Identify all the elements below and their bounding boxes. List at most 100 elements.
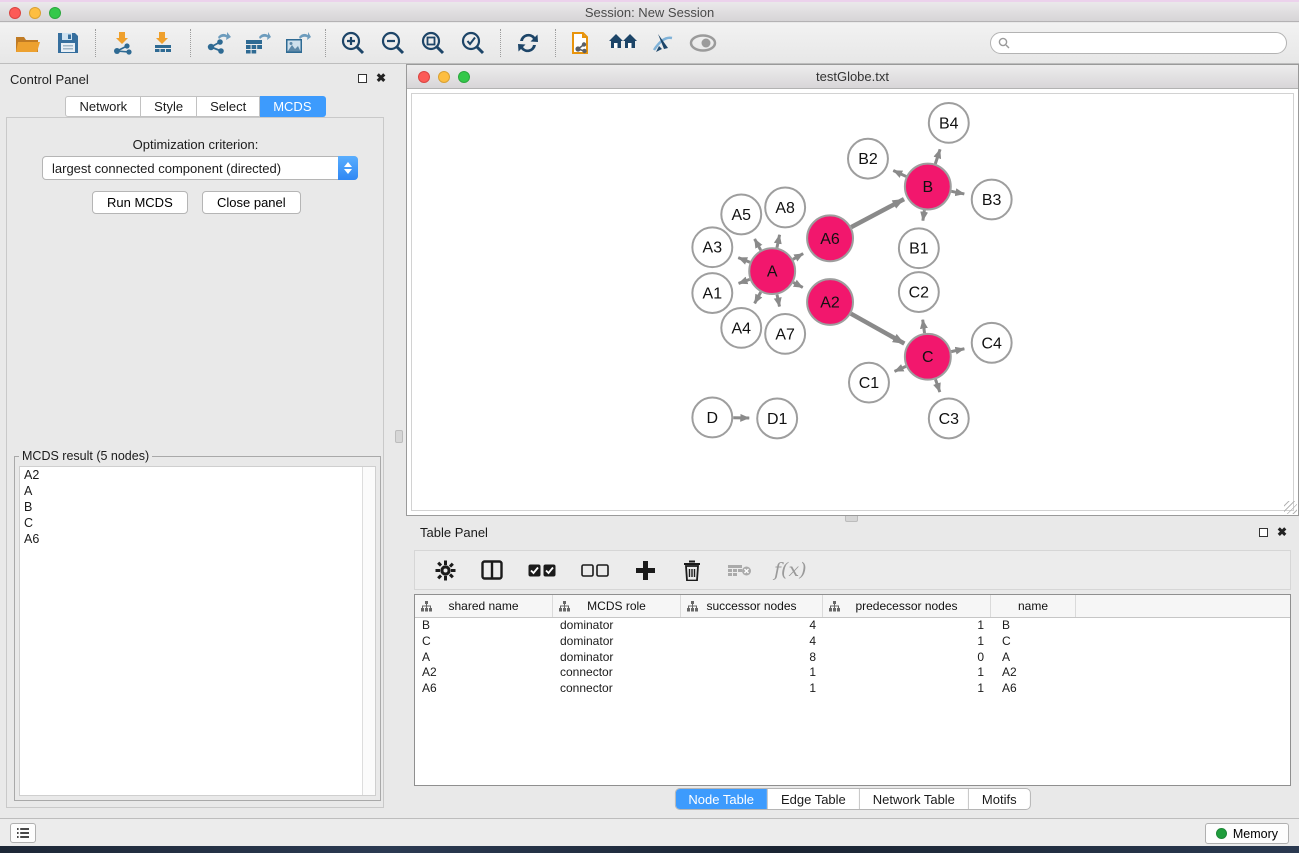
graph-edge-A-A6[interactable] [793,254,803,260]
network-canvas[interactable]: AA1A2A3A4A5A6A7A8BB1B2B3B4CC1C2C3C4DD1 [411,93,1294,511]
graph-node-C3[interactable]: C3 [929,399,969,439]
graph-node-A5[interactable]: A5 [721,195,761,235]
graph-node-A4[interactable]: A4 [721,308,761,348]
search-input[interactable] [1014,34,1286,52]
table-row[interactable]: Cdominator41C [415,634,1290,650]
mcds-result-item[interactable]: A6 [20,531,375,547]
overview-button[interactable] [683,27,723,59]
graph-node-C1[interactable]: C1 [849,363,889,403]
graph-edge-A-A1[interactable] [739,279,750,283]
close-panel-button[interactable]: Close panel [202,191,301,214]
tab-style[interactable]: Style [141,96,197,117]
graph-node-B2[interactable]: B2 [848,139,888,179]
column-header-name[interactable]: name [991,595,1076,617]
graph-edge-C-C3[interactable] [936,379,940,392]
tab-network-table[interactable]: Network Table [859,789,968,809]
export-image-button[interactable] [278,27,318,59]
mcds-result-item[interactable]: B [20,499,375,515]
tab-edge-table[interactable]: Edge Table [767,789,859,809]
window-resize-grip[interactable] [1284,501,1297,514]
graph-node-D[interactable]: D [692,398,732,438]
table-row[interactable]: Bdominator41B [415,618,1290,634]
network-window-titlebar[interactable]: testGlobe.txt [407,65,1298,89]
graph-edge-B-B2[interactable] [893,170,906,176]
mcds-result-item[interactable]: A [20,483,375,499]
zoom-selected-button[interactable] [453,27,493,59]
graph-node-B[interactable]: B [905,164,951,210]
mcds-result-list[interactable]: A2ABCA6 [19,466,376,796]
graph-node-C4[interactable]: C4 [972,323,1012,363]
tab-network[interactable]: Network [65,96,141,117]
graph-edge-A6-B[interactable] [851,199,904,227]
graph-edge-C-C4[interactable] [951,349,964,352]
graph-edge-B-B3[interactable] [951,191,964,194]
graph-edge-A-A3[interactable] [738,258,750,263]
tab-motifs[interactable]: Motifs [968,789,1030,809]
select-all-button[interactable] [525,554,559,586]
delete-column-button[interactable] [678,554,706,586]
graph-node-B1[interactable]: B1 [899,228,939,268]
graph-node-C2[interactable]: C2 [899,272,939,312]
float-panel-icon[interactable] [358,74,367,83]
table-row[interactable]: Adominator80A [415,649,1290,665]
table-row[interactable]: A6connector11A6 [415,681,1290,697]
graph-node-A6[interactable]: A6 [807,215,853,261]
graph-node-A[interactable]: A [749,248,795,294]
show-columns-button[interactable] [478,554,506,586]
graph-node-B4[interactable]: B4 [929,103,969,143]
vertical-split-grip[interactable] [395,430,403,443]
graph-node-B3[interactable]: B3 [972,180,1012,220]
copy-network-button[interactable] [563,27,603,59]
table-row[interactable]: A2connector11A2 [415,665,1290,681]
graph-edge-B-B1[interactable] [923,210,925,220]
export-network-button[interactable] [198,27,238,59]
apply-function-button[interactable]: f(x) [774,559,807,581]
graph-edge-A-A8[interactable] [777,235,780,248]
graph-node-A7[interactable]: A7 [765,314,805,354]
close-panel-icon[interactable]: ✖ [376,73,386,83]
graph-edge-C-C1[interactable] [895,366,906,371]
zoom-in-button[interactable] [333,27,373,59]
import-network-button[interactable] [103,27,143,59]
column-header-successor-nodes[interactable]: successor nodes [681,595,823,617]
graph-edge-A-A2[interactable] [793,282,802,287]
refresh-layout-button[interactable] [508,27,548,59]
column-header-predecessor-nodes[interactable]: predecessor nodes [823,595,991,617]
export-table-button[interactable] [238,27,278,59]
delete-table-button[interactable] [725,554,755,586]
open-session-button[interactable] [8,27,48,59]
memory-button[interactable]: Memory [1205,823,1289,844]
tab-select[interactable]: Select [197,96,260,117]
graph-node-D1[interactable]: D1 [757,399,797,439]
graph-edge-C-C2[interactable] [923,320,925,333]
tab-node-table[interactable]: Node Table [675,789,767,809]
import-table-button[interactable] [143,27,183,59]
run-mcds-button[interactable]: Run MCDS [92,191,188,214]
column-header-shared-name[interactable]: shared name [415,595,553,617]
graph-edge-A-A7[interactable] [777,295,779,307]
scrollbar-track[interactable] [362,467,375,795]
zoom-out-button[interactable] [373,27,413,59]
toggle-graphics-details-button[interactable] [643,27,683,59]
tab-mcds[interactable]: MCDS [260,96,325,117]
graph-edge-B-B4[interactable] [935,149,940,164]
mcds-result-item[interactable]: A2 [20,467,375,483]
graph-node-C[interactable]: C [905,334,951,380]
home-button[interactable] [603,27,643,59]
graph-edge-A-A4[interactable] [755,292,761,303]
criterion-select[interactable]: largest connected component (directed) [42,156,358,180]
deselect-all-button[interactable] [578,554,612,586]
zoom-fit-button[interactable] [413,27,453,59]
graph-node-A3[interactable]: A3 [692,227,732,267]
save-session-button[interactable] [48,27,88,59]
graph-node-A2[interactable]: A2 [807,279,853,325]
search-box[interactable] [990,32,1287,54]
add-column-button[interactable] [631,554,659,586]
close-panel-icon[interactable]: ✖ [1277,527,1287,537]
graph-node-A1[interactable]: A1 [692,273,732,313]
float-panel-icon[interactable] [1259,528,1268,537]
graph-edge-A2-C[interactable] [851,314,904,344]
task-history-button[interactable] [10,823,36,843]
mcds-result-item[interactable]: C [20,515,375,531]
column-header-mcds-role[interactable]: MCDS role [553,595,681,617]
